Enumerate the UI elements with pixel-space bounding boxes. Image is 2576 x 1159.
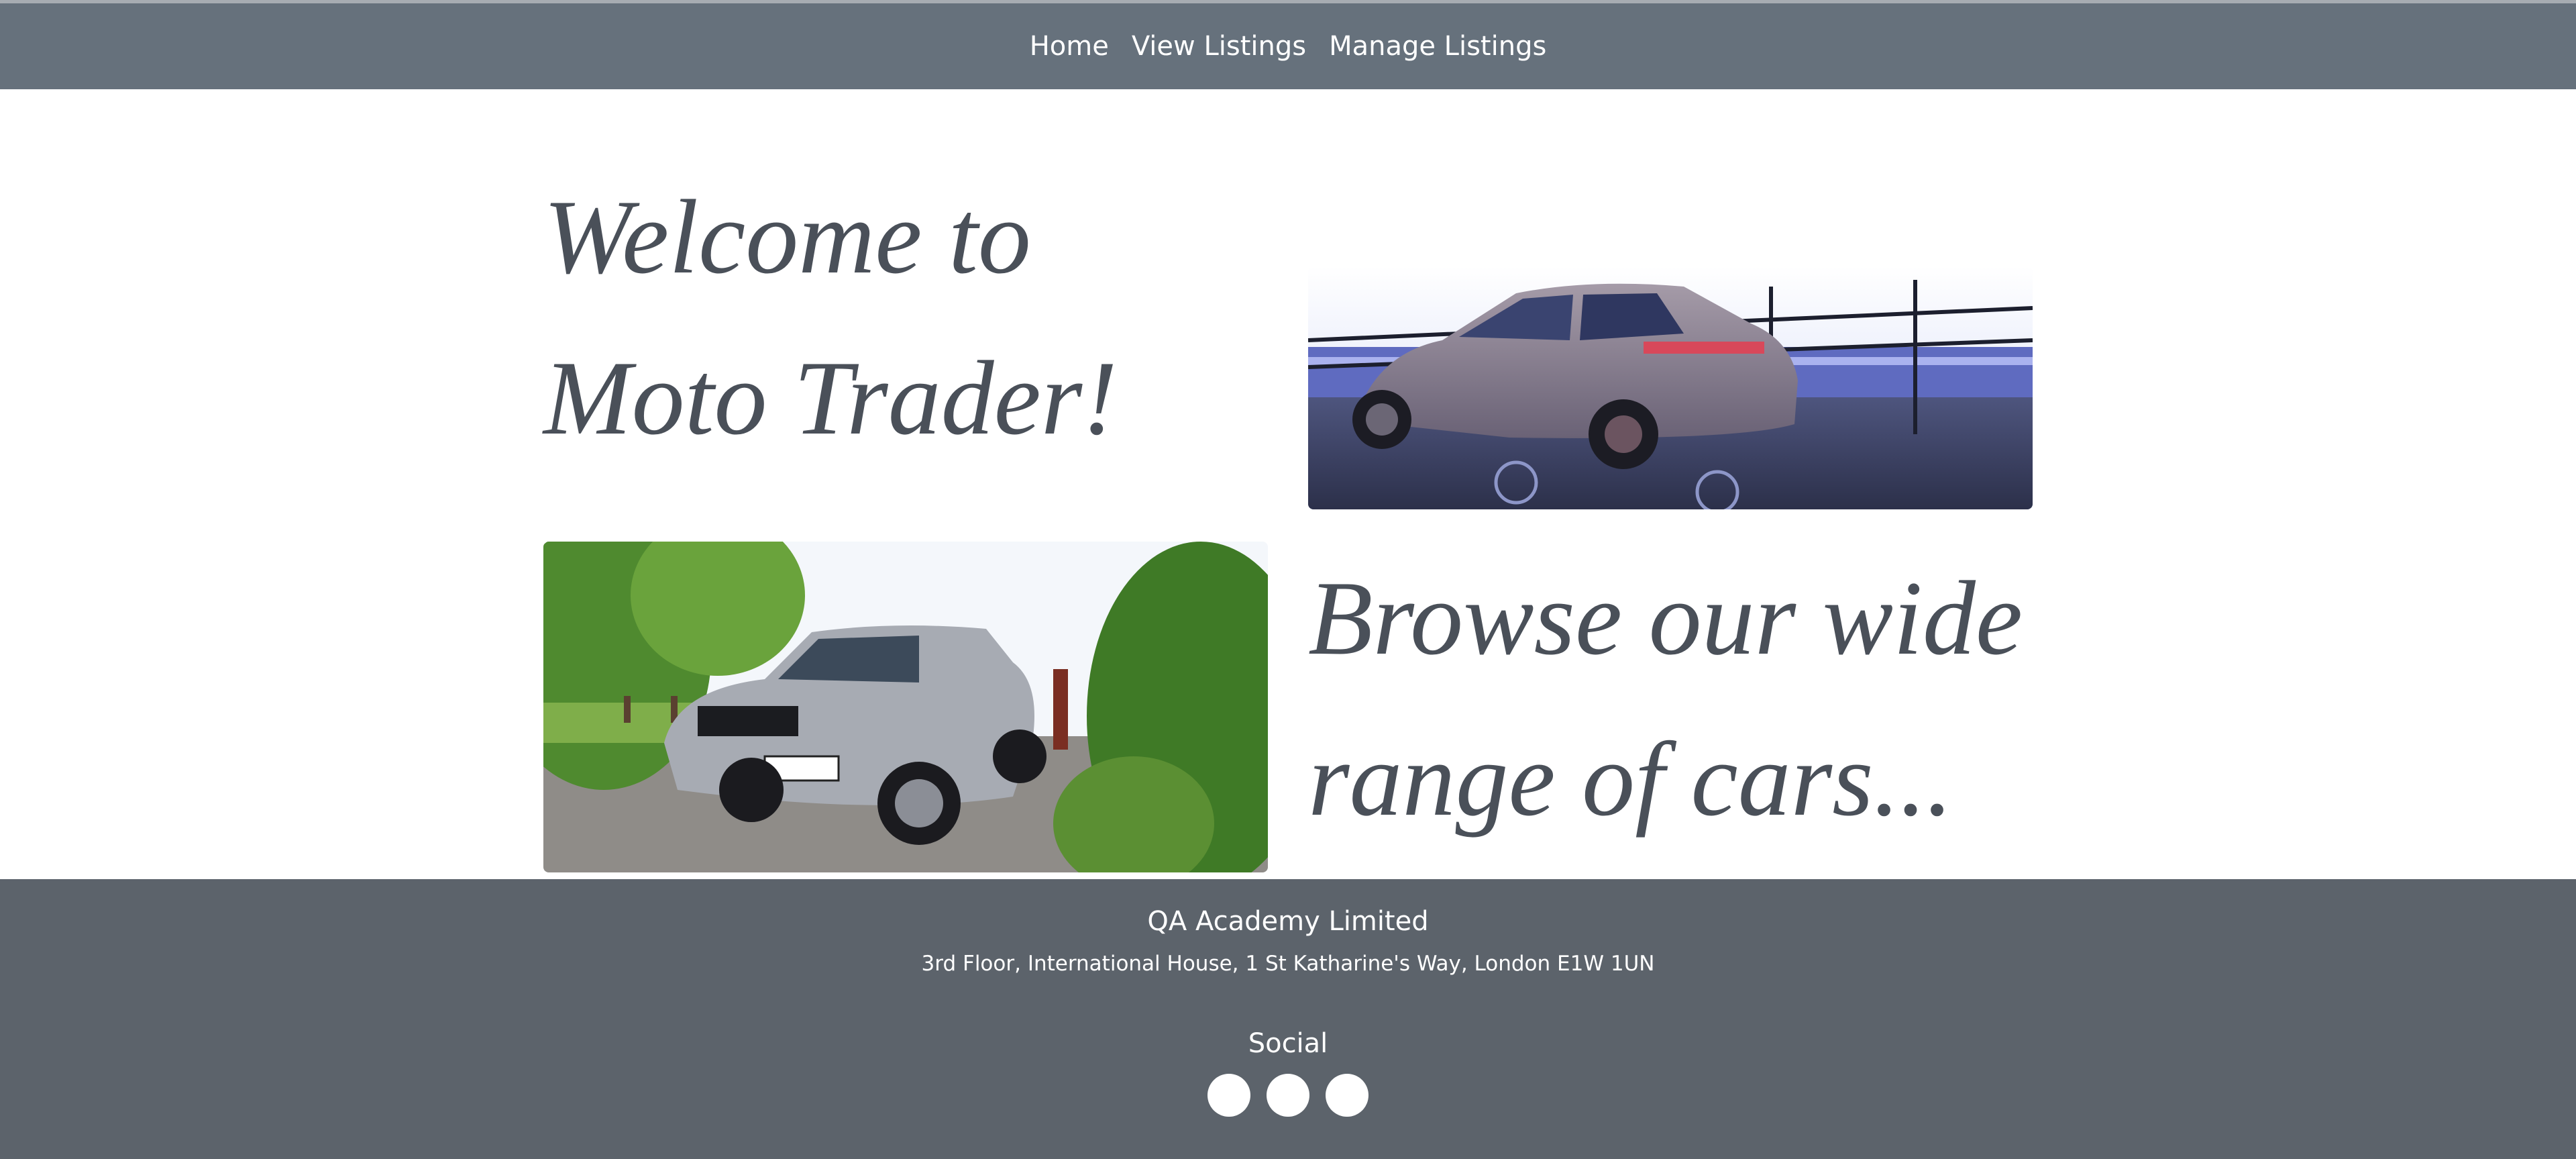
welcome-heading: Welcome to Moto Trader! [543,157,1268,479]
nav-link-manage-listings[interactable]: Manage Listings [1329,31,1546,62]
browse-heading-line2: range of cars... [1308,721,1953,838]
footer-social-heading: Social [1248,1028,1328,1059]
browse-heading-line1: Browse our wide [1308,560,2023,677]
nav-link-view-listings[interactable]: View Listings [1132,31,1306,62]
footer-address: 3rd Floor, International House, 1 St Kat… [921,952,1655,976]
social-icons-row [0,1074,2576,1117]
social-icon[interactable] [1267,1074,1309,1117]
nav-link-home[interactable]: Home [1030,31,1109,62]
social-icon[interactable] [1326,1074,1368,1117]
welcome-heading-line2: Moto Trader! [543,340,1118,457]
welcome-heading-line1: Welcome to [543,179,1031,296]
footer: QA Academy Limited 3rd Floor, Internatio… [0,879,2576,1159]
navbar: Home View Listings Manage Listings [0,3,2576,89]
browse-heading: Browse our wide range of cars... [1308,538,2046,860]
footer-company-name: QA Academy Limited [1147,906,1429,937]
social-icon[interactable] [1208,1074,1250,1117]
hatchback-car-photo [1308,266,2033,509]
suv-car-photo [543,542,1268,872]
